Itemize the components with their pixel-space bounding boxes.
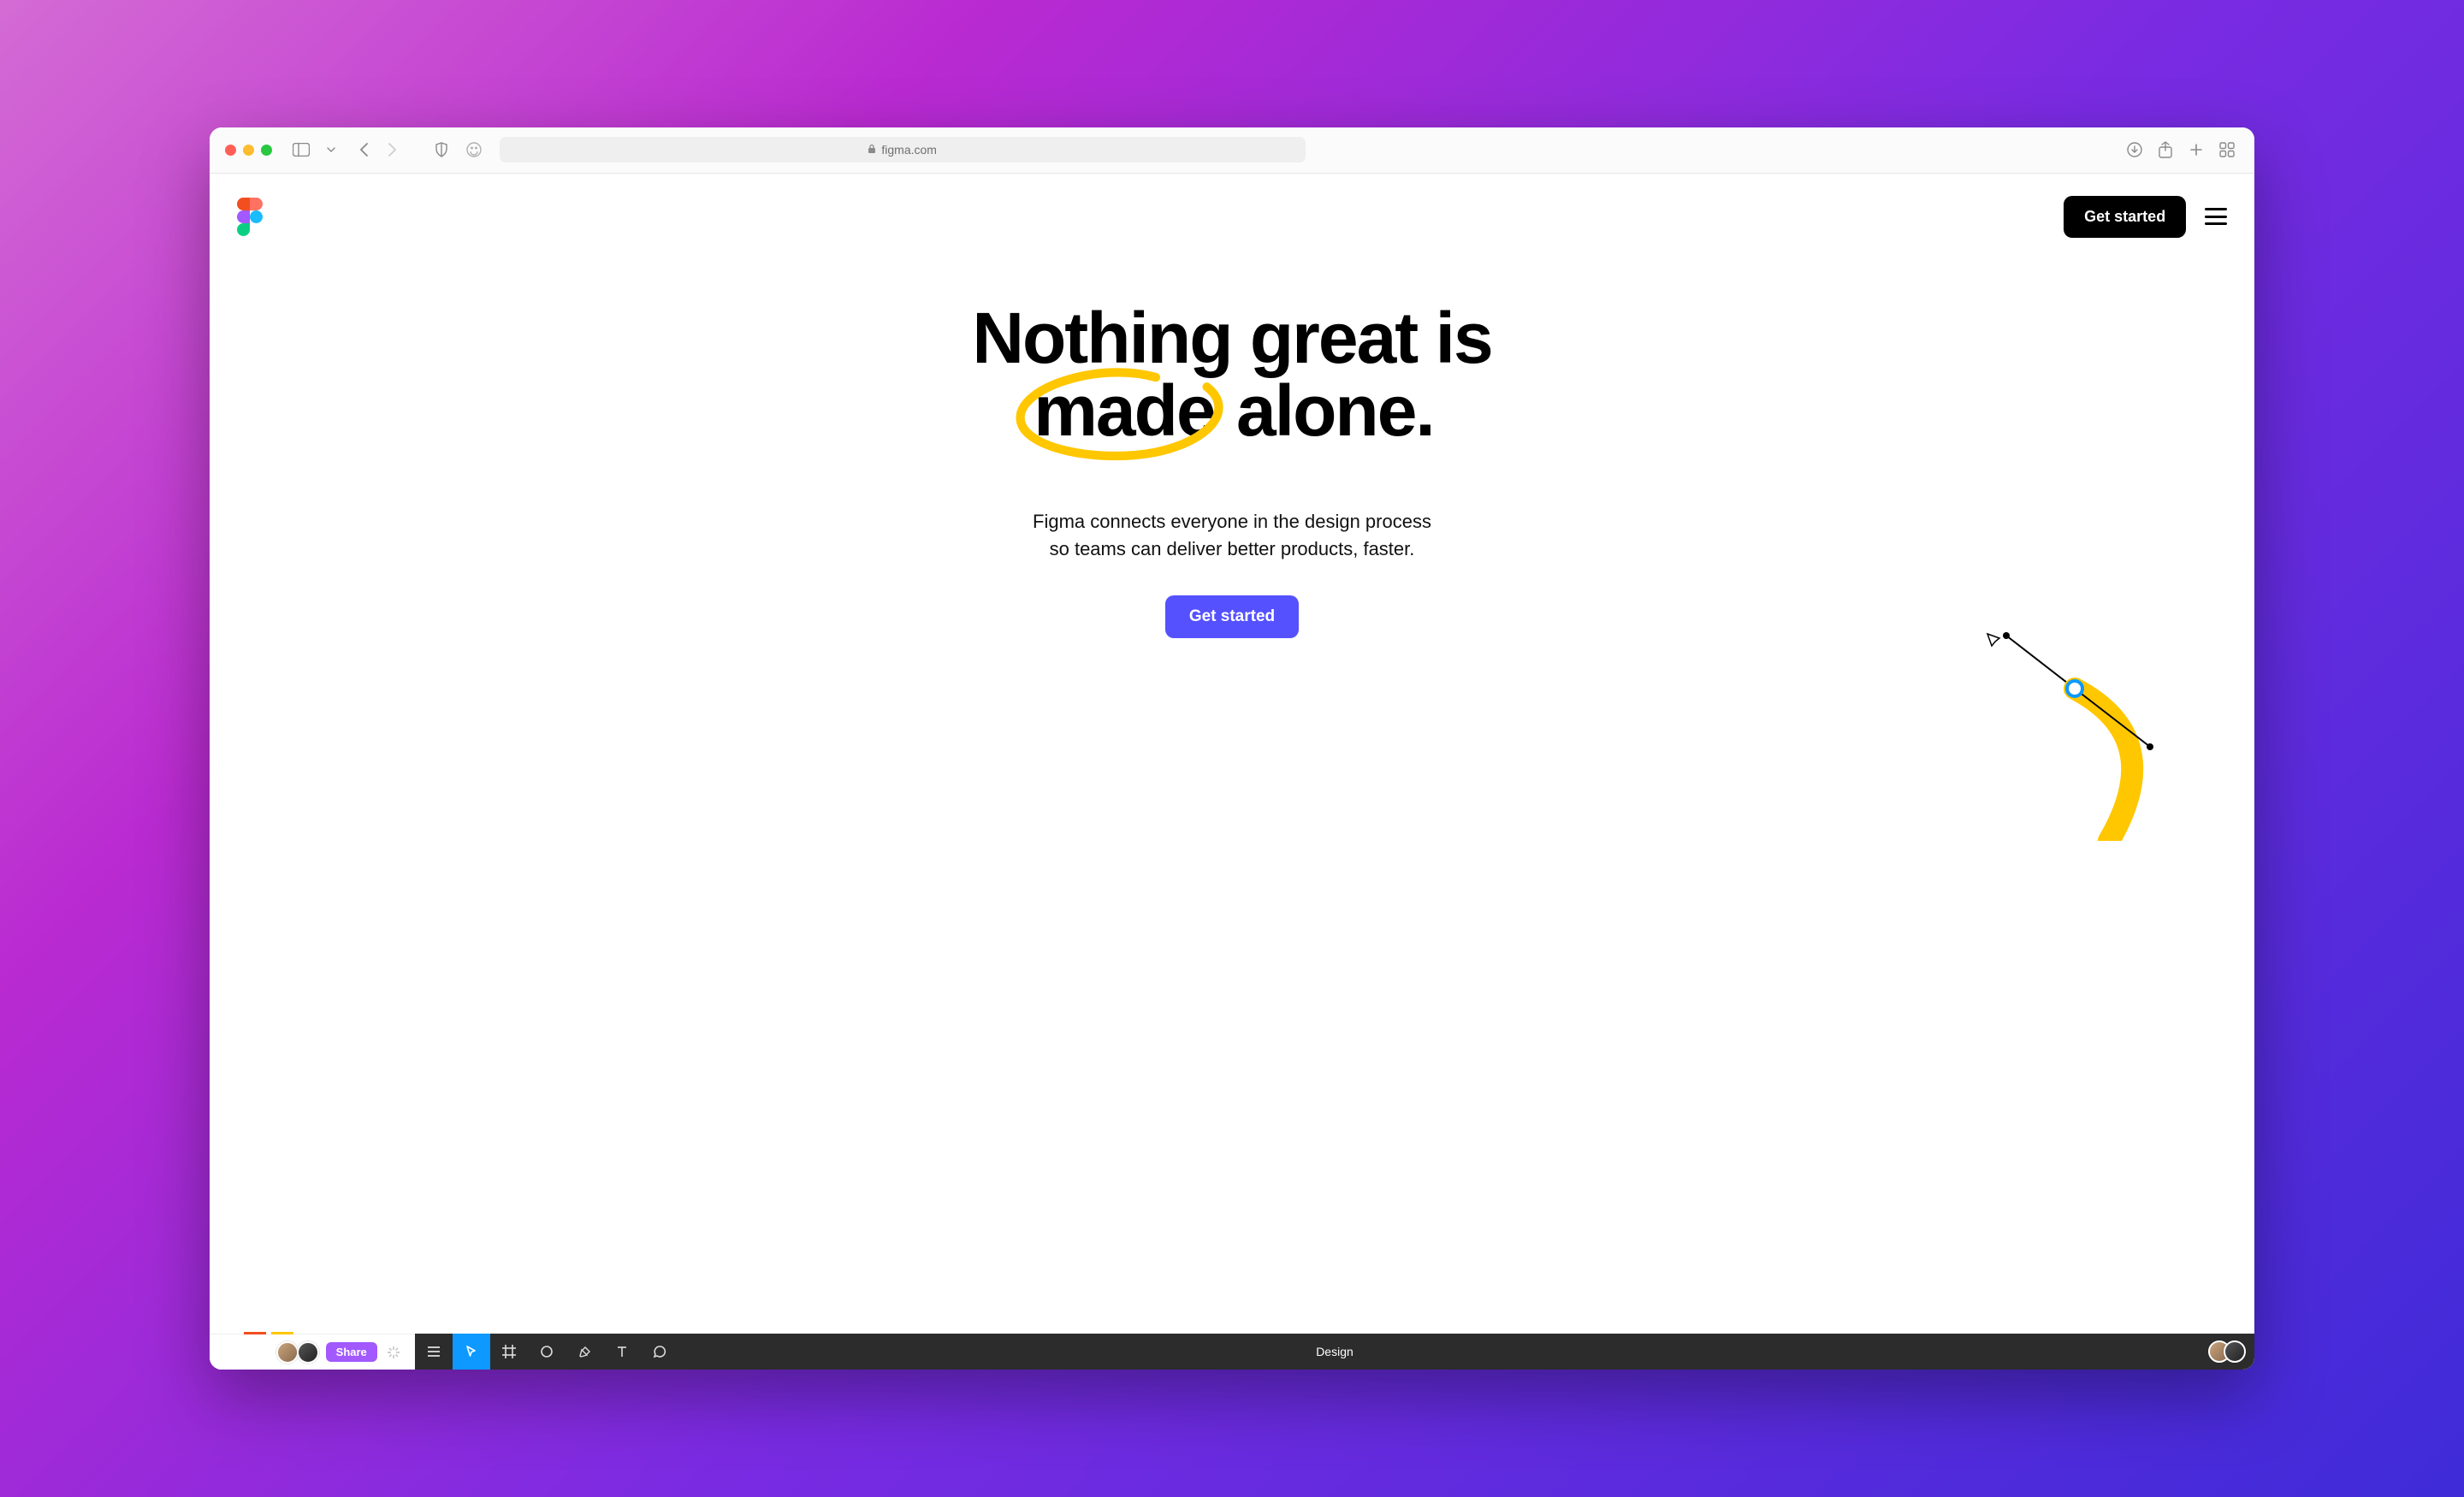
fullscreen-window-button[interactable]	[261, 145, 272, 156]
sidebar-toggle-icon[interactable]	[289, 138, 313, 162]
comment-tool-icon[interactable]	[641, 1334, 678, 1370]
shape-tool-icon[interactable]	[528, 1334, 566, 1370]
avatar[interactable]	[2224, 1340, 2246, 1363]
collab-bar: Share	[210, 1334, 415, 1370]
figma-editor-preview: Share	[210, 1334, 2254, 1370]
reload-icon[interactable]	[1284, 144, 1297, 157]
site-header: Get started	[237, 196, 2227, 238]
avatar[interactable]	[297, 1341, 319, 1364]
shield-icon[interactable]	[429, 138, 453, 162]
url-bar[interactable]: figma.com	[500, 137, 1306, 163]
tab-overview-icon[interactable]	[2215, 138, 2239, 162]
pen-tool-icon[interactable]	[566, 1334, 603, 1370]
chevron-down-icon[interactable]	[322, 138, 341, 162]
figma-toolbar: Design	[415, 1334, 2254, 1370]
frame-tool-icon[interactable]	[490, 1334, 528, 1370]
new-tab-icon[interactable]	[2184, 138, 2208, 162]
headline-circled-word: made	[1034, 370, 1214, 451]
toolbar-menu-icon[interactable]	[415, 1334, 453, 1370]
headline-line1: Nothing great is	[972, 302, 1491, 376]
menu-icon[interactable]	[2205, 208, 2227, 225]
close-window-button[interactable]	[225, 145, 236, 156]
back-button[interactable]	[352, 138, 376, 162]
hero-section: Nothing great is made alone. Figma conne…	[210, 302, 2254, 638]
figma-logo[interactable]	[237, 198, 263, 236]
extension-icon[interactable]	[462, 138, 486, 162]
forward-button[interactable]	[380, 138, 404, 162]
toolbar-mode-label[interactable]: Design	[1316, 1345, 1353, 1358]
figma-landing-page: Get started Nothing great is made alone.	[210, 174, 2254, 1370]
get-started-header-button[interactable]: Get started	[2064, 196, 2186, 238]
hero-headline: Nothing great is made alone.	[972, 302, 1491, 448]
pen-vector-decoration	[1972, 618, 2194, 841]
move-tool-icon[interactable]	[453, 1334, 490, 1370]
sparkle-icon[interactable]	[384, 1343, 403, 1362]
get-started-hero-button[interactable]: Get started	[1165, 595, 1299, 638]
window-traffic-lights	[225, 145, 272, 156]
url-text: figma.com	[881, 143, 937, 157]
downloads-icon[interactable]	[2123, 138, 2147, 162]
share-button[interactable]: Share	[326, 1342, 377, 1362]
text-tool-icon[interactable]	[603, 1334, 641, 1370]
safari-window: figma.com	[210, 127, 2254, 1370]
headline-word-after: alone.	[1236, 370, 1434, 451]
hero-subhead: Figma connects everyone in the design pr…	[1033, 508, 1431, 563]
safari-toolbar: figma.com	[210, 127, 2254, 174]
share-icon[interactable]	[2153, 138, 2177, 162]
lock-icon	[868, 144, 876, 157]
minimize-window-button[interactable]	[243, 145, 254, 156]
avatar[interactable]	[276, 1341, 299, 1364]
